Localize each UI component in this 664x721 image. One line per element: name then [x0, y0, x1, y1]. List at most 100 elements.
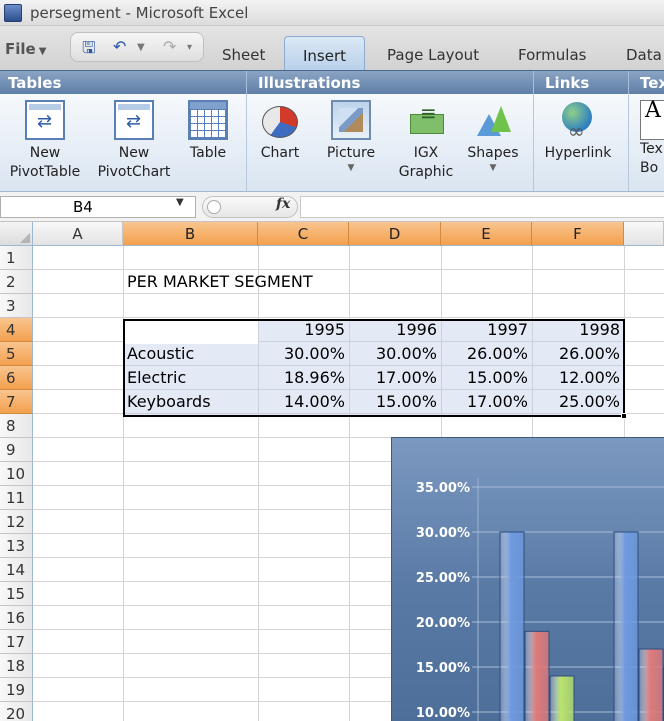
title-bar: persegment - Microsoft Excel	[0, 0, 664, 26]
group-divider	[628, 71, 629, 95]
y-tick-label: 30.00%	[416, 526, 470, 541]
row-header-12[interactable]: 12	[0, 510, 33, 534]
row-header-15[interactable]: 15	[0, 582, 33, 606]
shapes-button[interactable]: Shapes ▼	[464, 100, 522, 174]
row-header-2[interactable]: 2	[0, 270, 33, 294]
row-header-18[interactable]: 18	[0, 654, 33, 678]
save-icon[interactable]: 🖫	[82, 37, 96, 64]
row-header-8[interactable]: 8	[0, 414, 33, 438]
row-header-11[interactable]: 11	[0, 486, 33, 510]
column-header-filler	[624, 222, 664, 246]
chart-label: Chart	[260, 145, 300, 161]
table-button[interactable]: Table	[184, 100, 232, 163]
shapes-label: Shapes	[467, 145, 519, 161]
tab-insert[interactable]: Insert	[284, 36, 366, 70]
y-tick-label: 15.00%	[416, 661, 470, 676]
text-box-button[interactable]: A Tex Bo	[640, 100, 664, 178]
chevron-down-icon: ▼	[489, 163, 497, 173]
picture-label: Picture	[326, 145, 376, 161]
chart-plot: 35.00% 30.00% 25.00% 20.00% 15.00% 10.00%	[416, 478, 664, 721]
row-header-5[interactable]: 5	[0, 342, 33, 366]
file-menu-button[interactable]: File ▼	[5, 40, 46, 58]
ribbon-insert-panel: New PivotTable New PivotChart Table Char…	[0, 94, 664, 192]
select-all-button[interactable]	[0, 222, 33, 246]
file-label: File	[5, 40, 36, 58]
undo-dropdown-icon[interactable]: ▼	[137, 42, 145, 53]
name-box[interactable]: B4	[0, 196, 196, 218]
new-pivottable-button[interactable]: New PivotTable	[6, 100, 84, 182]
new-pivottable-label-1: New	[29, 145, 61, 161]
group-illustrations-label: Illustrations	[258, 74, 361, 92]
insert-function-icon[interactable]: fx	[276, 196, 290, 212]
new-pivotchart-button[interactable]: New PivotChart	[94, 100, 174, 182]
redo-icon[interactable]: ↷	[163, 37, 176, 56]
new-pivotchart-label-1: New	[118, 145, 150, 161]
hyperlink-button[interactable]: Hyperlink	[540, 100, 616, 163]
ribbon-divider	[533, 94, 534, 191]
column-header-a[interactable]: A	[33, 222, 123, 246]
chevron-down-icon[interactable]: ▼	[176, 197, 184, 208]
bar-1995-series-3	[549, 675, 575, 721]
igx-label-1: IGX	[413, 145, 439, 161]
text-box-label-2: Bo	[640, 160, 659, 176]
picture-icon	[331, 100, 371, 140]
ribbon-divider	[246, 94, 247, 191]
row-header-7[interactable]: 7	[0, 390, 33, 414]
formula-collapse-icon[interactable]	[207, 200, 221, 214]
chevron-down-icon: ▼	[347, 163, 355, 173]
cell-b2-title[interactable]: PER MARKET SEGMENT	[124, 270, 424, 294]
formula-input[interactable]	[300, 196, 664, 218]
globe-link-icon	[558, 100, 598, 141]
row-header-19[interactable]: 19	[0, 678, 33, 702]
group-text-label: Tex	[640, 74, 664, 92]
group-divider	[246, 71, 247, 95]
chevron-down-icon: ▼	[38, 46, 47, 57]
undo-icon[interactable]: ↶	[113, 37, 126, 56]
igx-graphic-button[interactable]: IGX Graphic	[396, 100, 456, 182]
excel-app-icon[interactable]	[4, 4, 22, 22]
quick-access-toolbar: 🖫 ↶ ▼ ↷ ▾	[70, 32, 204, 62]
embedded-chart[interactable]: 35.00% 30.00% 25.00% 20.00% 15.00% 10.00%	[391, 437, 664, 721]
column-header-e[interactable]: E	[441, 222, 532, 246]
worksheet-grid[interactable]: ABCDEF 1 2 3 4 5 6 7 8 9 10 11 12 13 14 15 16 17 18 19 20 P…	[0, 222, 664, 721]
customize-toolbar-icon[interactable]: ▾	[187, 42, 192, 53]
igx-label-2: Graphic	[398, 164, 454, 180]
new-pivottable-label-2: PivotTable	[9, 164, 81, 180]
column-header-b[interactable]: B	[123, 222, 258, 246]
row-header-1[interactable]: 1	[0, 246, 33, 270]
column-header-c[interactable]: C	[258, 222, 349, 246]
column-header-d[interactable]: D	[349, 222, 441, 246]
group-tables-label: Tables	[8, 74, 62, 92]
text-box-icon: A	[640, 100, 664, 140]
new-pivotchart-label-2: PivotChart	[97, 164, 171, 180]
row-header-6[interactable]: 6	[0, 366, 33, 390]
pivottable-icon	[25, 100, 65, 140]
ribbon-divider	[628, 94, 629, 191]
y-tick-label: 20.00%	[416, 616, 470, 631]
row-header-14[interactable]: 14	[0, 558, 33, 582]
row-header-4[interactable]: 4	[0, 318, 33, 342]
selection-border	[123, 319, 625, 417]
tab-sheet[interactable]: Sheet	[222, 46, 265, 64]
row-header-13[interactable]: 13	[0, 534, 33, 558]
tab-data[interactable]: Data	[626, 46, 662, 64]
fill-handle[interactable]	[621, 413, 627, 419]
y-tick-label: 10.00%	[416, 706, 470, 721]
row-header-16[interactable]: 16	[0, 606, 33, 630]
row-header-9[interactable]: 9	[0, 438, 33, 462]
tab-page-layout[interactable]: Page Layout	[387, 46, 479, 64]
row-header-20[interactable]: 20	[0, 702, 33, 721]
row-header-10[interactable]: 10	[0, 462, 33, 486]
formula-bar: B4 ▼ fx	[0, 192, 664, 222]
ribbon-tabs: File ▼ 🖫 ↶ ▼ ↷ ▾ Sheet Insert Page Layout…	[0, 26, 664, 70]
shapes-icon	[473, 100, 513, 140]
row-header-17[interactable]: 17	[0, 630, 33, 654]
row-header-3[interactable]: 3	[0, 294, 33, 318]
tab-formulas[interactable]: Formulas	[518, 46, 586, 64]
picture-button[interactable]: Picture ▼	[324, 100, 378, 174]
y-tick-label: 35.00%	[416, 481, 470, 496]
table-icon	[188, 100, 228, 140]
gridline	[123, 246, 124, 721]
chart-button[interactable]: Chart	[256, 100, 304, 163]
column-header-f[interactable]: F	[532, 222, 624, 246]
